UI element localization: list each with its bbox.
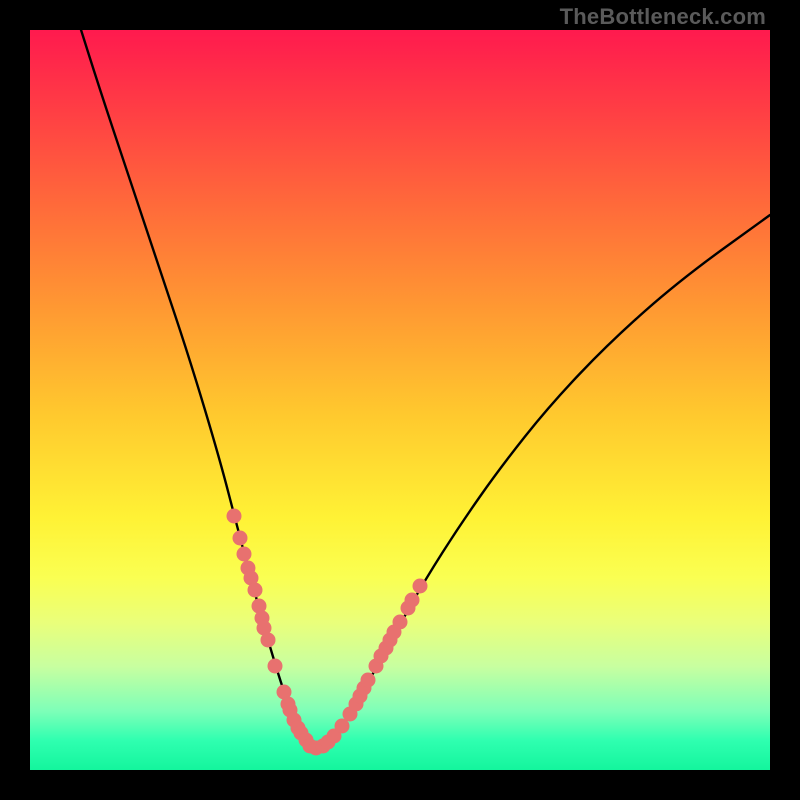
data-dot [268,659,283,674]
data-dot [237,547,252,562]
data-dot [405,593,420,608]
data-dot [393,615,408,630]
data-dot [248,583,263,598]
dots-group [227,509,428,756]
data-dot [361,673,376,688]
bottleneck-curve-svg [30,30,770,770]
data-dot [227,509,242,524]
chart-frame: TheBottleneck.com [0,0,800,800]
watermark-text: TheBottleneck.com [560,4,766,30]
data-dot [413,579,428,594]
data-dot [261,633,276,648]
data-dot [233,531,248,546]
bottleneck-curve-line [76,30,770,747]
plot-area [30,30,770,770]
